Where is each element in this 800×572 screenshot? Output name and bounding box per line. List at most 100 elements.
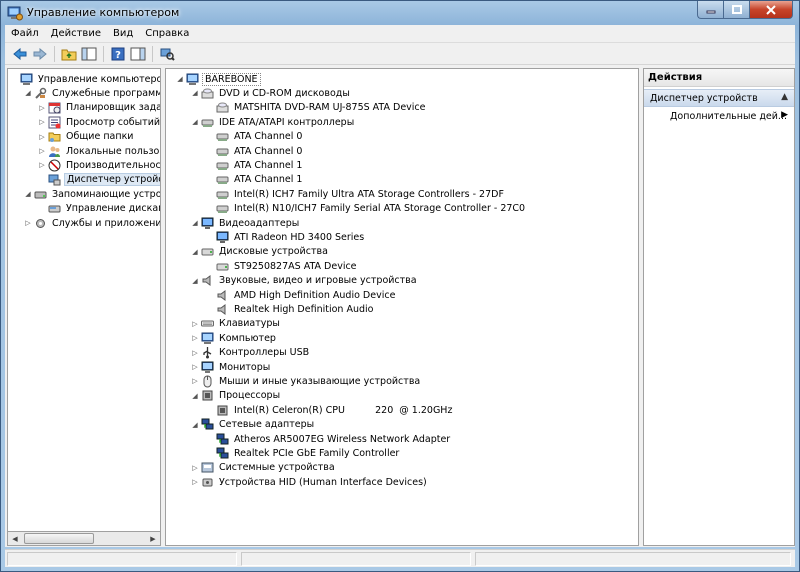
back-button[interactable] [11,45,29,63]
collapse-up-icon[interactable]: ▲ [781,92,788,102]
scroll-right-arrow-icon[interactable]: ▶ [146,532,160,545]
no-toggle [206,144,214,158]
expand-toggle-icon[interactable]: ▷ [38,115,46,129]
menu-action[interactable]: Действие [45,28,107,39]
device-item[interactable]: ATA Channel 0 [206,130,304,144]
show-hide-action-pane-button[interactable] [129,45,147,63]
menu-help[interactable]: Справка [139,28,195,39]
console-tree-item[interactable]: ◢ Запоминающие устройст [24,187,160,201]
console-tree-item[interactable]: ▷ Общие папки [38,130,135,144]
actions-pane: Действия Диспетчер устройств ▲ Дополните… [643,68,795,546]
actions-section-label: Диспетчер устройств [650,93,758,104]
console-tree-item[interactable]: ▷ Производительность [38,158,160,172]
device-category[interactable]: ◢ DVD и CD-ROM дисководы [191,86,352,100]
expand-toggle-icon[interactable]: ▷ [38,144,46,158]
device-item[interactable]: Intel(R) ICH7 Family Ultra ATA Storage C… [206,187,506,201]
expand-toggle-icon[interactable]: ▷ [191,475,199,489]
device-category[interactable]: ◢ Сетевые адаптеры [191,418,316,432]
device-category[interactable]: ▷ Мониторы [191,360,272,374]
expand-toggle-icon[interactable]: ▷ [191,346,199,360]
device-item[interactable]: ST9250827AS ATA Device [206,259,359,273]
console-tree-item[interactable]: Управление компьютером (л [10,72,160,86]
collapse-toggle-icon[interactable]: ◢ [191,216,199,230]
expand-toggle-icon[interactable]: ▷ [38,158,46,172]
collapse-toggle-icon[interactable]: ◢ [191,389,199,403]
console-tree-item[interactable]: Управление дисками [38,202,160,216]
expand-toggle-icon[interactable]: ▷ [191,360,199,374]
help-button[interactable]: ? [109,45,127,63]
collapse-toggle-icon[interactable]: ◢ [191,274,199,288]
scroll-track[interactable] [22,533,146,544]
maximize-icon [731,5,742,14]
scroll-left-arrow-icon[interactable]: ◀ [8,532,22,545]
console-tree-item-label: Управление компьютером (л [38,73,160,85]
device-category[interactable]: ▷ Контроллеры USB [191,346,311,360]
collapse-toggle-icon[interactable]: ◢ [191,86,199,100]
collapse-toggle-icon[interactable]: ◢ [176,72,184,86]
device-category[interactable]: ▷ Клавиатуры [191,317,282,331]
help-icon: ? [111,47,125,61]
device-category[interactable]: ◢ Видеоадаптеры [191,216,301,230]
console-tree-item-label: Локальные пользовате [66,145,160,157]
collapse-toggle-icon[interactable]: ◢ [24,187,32,201]
computer-management-icon [7,6,23,21]
tools-icon [35,87,47,99]
no-toggle [206,302,214,316]
expand-toggle-icon[interactable]: ▷ [191,331,199,345]
title-bar[interactable]: Управление компьютером [1,1,799,25]
show-hide-console-tree-button[interactable] [80,45,98,63]
collapse-toggle-icon[interactable]: ◢ [191,115,199,129]
device-category[interactable]: ◢ Процессоры [191,389,282,403]
disk-drive-icon [201,248,214,256]
device-category[interactable]: ▷ Системные устройства [191,461,337,475]
minimize-button[interactable] [697,1,723,19]
expand-toggle-icon[interactable]: ▷ [191,461,199,475]
collapse-toggle-icon[interactable]: ◢ [24,86,32,100]
device-label: ATA Channel 0 [234,131,303,143]
console-tree-item[interactable]: ▷ Службы и приложения [24,216,160,230]
device-category[interactable]: ▷ Мыши и иные указывающие устройства [191,374,422,388]
device-item[interactable]: Realtek High Definition Audio [206,302,375,316]
device-item[interactable]: ATA Channel 1 [206,158,304,172]
actions-section-device-manager[interactable]: Диспетчер устройств ▲ [644,89,794,107]
device-item[interactable]: ATA Channel 1 [206,173,304,187]
expand-toggle-icon[interactable]: ▷ [191,317,199,331]
device-category[interactable]: ▷ Компьютер [191,331,278,345]
more-actions-item[interactable]: Дополнительные дей... ▶ [644,107,794,125]
scan-hardware-button[interactable] [158,45,176,63]
menu-file[interactable]: Файл [5,28,45,39]
device-category[interactable]: ▷ Устройства HID (Human Interface Devices… [191,475,429,489]
collapse-toggle-icon[interactable]: ◢ [191,418,199,432]
console-tree-item[interactable]: ▷ Планировщик заданий [38,101,160,115]
device-category[interactable]: ◢ IDE ATA/ATAPI контроллеры [191,115,356,129]
console-tree-hscrollbar[interactable]: ◀ ▶ [7,531,161,546]
console-tree-item[interactable]: ◢ Служебные программы [24,86,160,100]
scroll-thumb[interactable] [24,533,94,544]
menu-view[interactable]: Вид [107,28,139,39]
device-category[interactable]: ◢ Звуковые, видео и игровые устройства [191,274,419,288]
expand-toggle-icon[interactable]: ▷ [38,101,46,115]
device-label: Контроллеры USB [219,347,310,359]
expand-toggle-icon[interactable]: ▷ [38,130,46,144]
device-item[interactable]: ATA Channel 0 [206,144,304,158]
console-tree-item[interactable]: Диспетчер устройств [38,173,160,187]
console-tree: Управление компьютером (л ◢ Служебные прог… [7,68,161,546]
maximize-button[interactable] [723,1,749,19]
device-item[interactable]: Realtek PCIe GbE Family Controller [206,446,401,460]
device-item[interactable]: ATI Radeon HD 3400 Series [206,230,366,244]
device-item[interactable]: Intel(R) N10/ICH7 Family Serial ATA Stor… [206,202,527,216]
up-level-button[interactable] [60,45,78,63]
device-item[interactable]: AMD High Definition Audio Device [206,288,397,302]
device-tree-root[interactable]: ◢ BAREBONE [176,72,261,86]
forward-button[interactable] [31,45,49,63]
console-tree-item[interactable]: ▷ Просмотр событий [38,115,160,129]
console-tree-item[interactable]: ▷ Локальные пользовате [38,144,160,158]
collapse-toggle-icon[interactable]: ◢ [191,245,199,259]
device-item[interactable]: MATSHITA DVD-RAM UJ-875S ATA Device [206,101,428,115]
device-category[interactable]: ◢ Дисковые устройства [191,245,330,259]
expand-toggle-icon[interactable]: ▷ [191,374,199,388]
device-item[interactable]: Atheros AR5007EG Wireless Network Adapte… [206,432,452,446]
close-button[interactable] [749,1,793,19]
device-item[interactable]: Intel(R) Celeron(R) CPU 220 @ 1.20GHz [206,403,454,417]
expand-toggle-icon[interactable]: ▷ [24,216,32,230]
